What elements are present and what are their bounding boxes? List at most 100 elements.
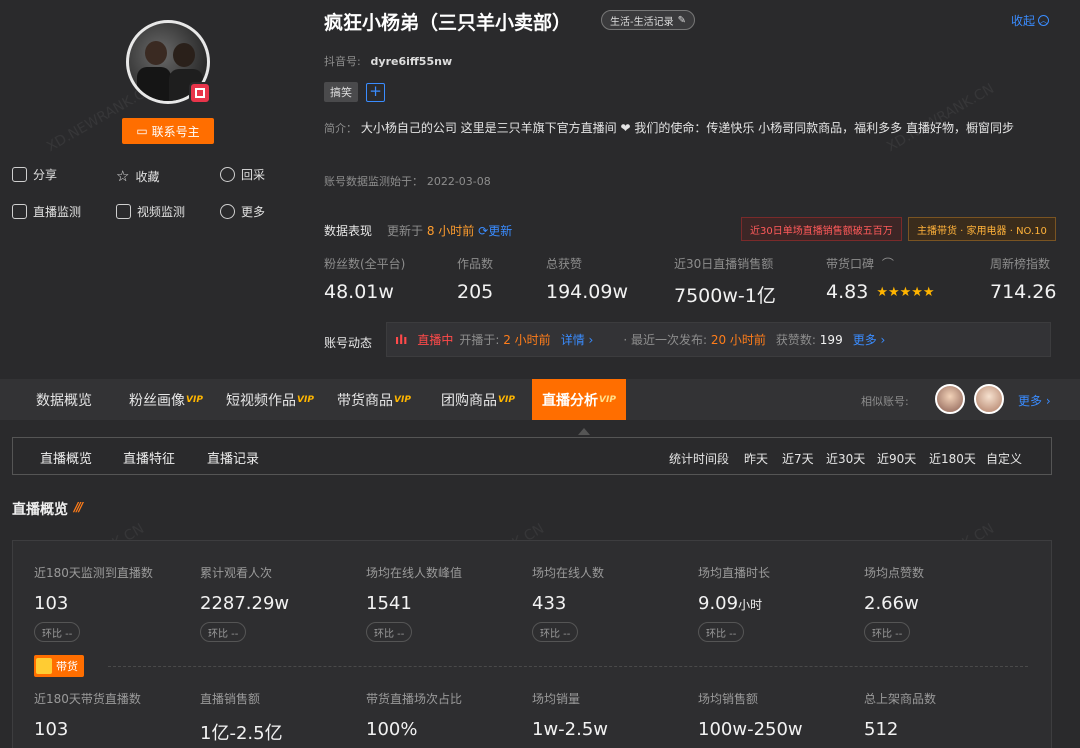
metric-value: 2.66w: [864, 593, 919, 614]
stat-label: 带货口碑 ⌒: [826, 257, 894, 271]
stat-value: 48.01w: [324, 281, 394, 303]
message-icon: ▭: [136, 124, 148, 138]
range-180-days[interactable]: 近180天: [929, 450, 976, 467]
range-yesterday[interactable]: 昨天: [744, 450, 768, 467]
similar-account-avatar[interactable]: [935, 384, 965, 414]
metric-label: 总上架商品数: [864, 692, 937, 706]
backfill-icon: [220, 167, 235, 182]
metric-value: 103: [34, 719, 69, 740]
more-actions-button[interactable]: 更多: [220, 203, 265, 220]
subtab-live-overview[interactable]: 直播概览: [40, 448, 92, 467]
stat-value: 205: [457, 281, 494, 303]
metric-label: 场均在线人数峰值: [366, 566, 463, 580]
metric-label: 带货直播场次占比: [366, 692, 463, 706]
monitor-since-row: 账号数据监测始于： 2022-03-08: [324, 175, 491, 188]
share-button[interactable]: 分享: [12, 166, 57, 183]
live-tv-icon: [12, 204, 27, 219]
section-title: 直播概览: [12, 502, 68, 518]
metric-label: 场均直播时长: [698, 566, 771, 580]
metric-label: 场均销售额: [698, 692, 759, 706]
video-monitor-button[interactable]: 视频监测: [116, 203, 185, 220]
similar-account-avatar[interactable]: [974, 384, 1004, 414]
bio-text: 大小杨自己的公司 这里是三只羊旗下官方直播间 ❤ 我们的使命：传递快乐 小杨哥同…: [360, 121, 1014, 135]
similar-accounts-label: 相似账号:: [861, 395, 909, 408]
metric-value: 2287.29w: [200, 593, 290, 614]
range-7-days[interactable]: 近7天: [782, 450, 814, 467]
subtab-live-records[interactable]: 直播记录: [207, 448, 259, 467]
tab-sales-products[interactable]: 带货商品 VIP: [337, 379, 411, 420]
douyin-id: dyre6iff55nw: [370, 55, 453, 68]
period-compare: 环比 --: [34, 622, 81, 642]
account-name: 疯狂小杨弟（三只羊小卖部）: [324, 12, 572, 34]
metric-value: 1亿-2.5亿: [200, 723, 283, 744]
qr-code-icon[interactable]: [189, 82, 211, 104]
period-compare: 环比 --: [864, 622, 911, 642]
cart-icon: [36, 658, 52, 674]
refresh-button[interactable]: ⟳更新: [478, 224, 512, 238]
live-indicator-icon: ılı: [395, 332, 408, 347]
tab-data-overview[interactable]: 数据概览: [36, 379, 92, 420]
rating-stars: ★★★★★: [876, 284, 935, 300]
stat-label: 作品数: [457, 257, 494, 271]
contact-owner-button[interactable]: ▭ 联系号主: [122, 118, 214, 144]
period-compare: 环比 --: [366, 622, 413, 642]
metric-label: 场均点赞数: [864, 566, 925, 580]
stat-value: 194.09w: [546, 281, 629, 303]
dynamics-bar: ılı 直播中 开播于: 2 小时前 详情 › · 最近一次发布: 20 小时前…: [386, 322, 1051, 357]
period-compare: 环比 --: [532, 622, 579, 642]
metric-value: 100w-250w: [698, 719, 803, 740]
live-detail-link[interactable]: 详情 ›: [561, 331, 594, 348]
content-tag: 搞笑: [324, 82, 358, 102]
rank-badge: 主播带货 · 家用电器 · NO.10: [908, 217, 1056, 241]
sales-section-badge: 带货: [34, 655, 84, 677]
metric-value: 103: [34, 593, 69, 614]
stat-label: 总获赞: [546, 257, 583, 271]
more-dots-icon: [220, 204, 235, 219]
douyin-id-row: 抖音号: dyre6iff55nw: [324, 55, 453, 68]
stat-value: 7500w-1亿: [674, 285, 776, 307]
add-tag-button[interactable]: +: [366, 83, 385, 102]
subtab-live-features[interactable]: 直播特征: [123, 448, 175, 467]
backfill-button[interactable]: 回采: [220, 166, 265, 183]
stat-label: 粉丝数(全平台): [324, 257, 406, 271]
range-label: 统计时间段: [669, 452, 730, 466]
similar-more-link[interactable]: 更多 ›: [1018, 392, 1051, 409]
category-tag[interactable]: 生活-生活记录 ✎: [601, 10, 695, 30]
performance-label: 数据表现: [324, 224, 373, 238]
star-outline-icon: ☆: [116, 167, 130, 185]
range-90-days[interactable]: 近90天: [877, 450, 916, 467]
tab-fan-profile[interactable]: 粉丝画像 VIP: [129, 379, 203, 420]
range-custom[interactable]: 自定义: [986, 450, 1022, 467]
active-tab-pointer: [578, 428, 590, 435]
period-compare: 环比 --: [698, 622, 745, 642]
share-icon: [12, 167, 27, 182]
tab-short-videos[interactable]: 短视频作品 VIP: [226, 379, 314, 420]
favorite-button[interactable]: ☆ 收藏: [116, 167, 159, 185]
tab-group-buy[interactable]: 团购商品 VIP: [441, 379, 515, 420]
metric-label: 场均在线人数: [532, 566, 605, 580]
decor-slashes-icon: ///: [74, 500, 83, 514]
video-chart-icon: [116, 204, 131, 219]
collapse-button[interactable]: 收起 ︿: [1011, 12, 1050, 29]
metric-label: 直播销售额: [200, 692, 261, 706]
monitor-since-date: 2022-03-08: [426, 175, 491, 188]
metric-value: 512: [864, 719, 899, 740]
update-info: 更新于 8 小时前 ⟳更新: [387, 224, 513, 238]
metric-value: 1w-2.5w: [532, 719, 609, 740]
divider: [108, 666, 1028, 667]
dynamics-more-link[interactable]: 更多 ›: [853, 331, 886, 348]
metric-value: 9.09小时: [698, 593, 763, 614]
reputation: 4.83 ★★★★★: [826, 281, 935, 303]
tab-live-analysis[interactable]: 直播分析 VIP: [532, 379, 626, 420]
stat-value: 4.83: [826, 281, 869, 303]
stat-value: 714.26: [990, 281, 1057, 303]
metric-value: 1541: [366, 593, 412, 614]
period-compare: 环比 --: [200, 622, 247, 642]
live-monitor-button[interactable]: 直播监测: [12, 203, 81, 220]
bio: 简介： 大小杨自己的公司 这里是三只羊旗下官方直播间 ❤ 我们的使命：传递快乐 …: [324, 121, 1014, 135]
range-30-days[interactable]: 近30天: [826, 450, 865, 467]
sales-badge: 近30日单场直播销售额破五百万: [741, 217, 902, 241]
edit-pencil-icon: ✎: [677, 14, 686, 26]
metric-value: 100%: [366, 719, 418, 740]
stat-label: 近30日直播销售额: [674, 257, 774, 271]
